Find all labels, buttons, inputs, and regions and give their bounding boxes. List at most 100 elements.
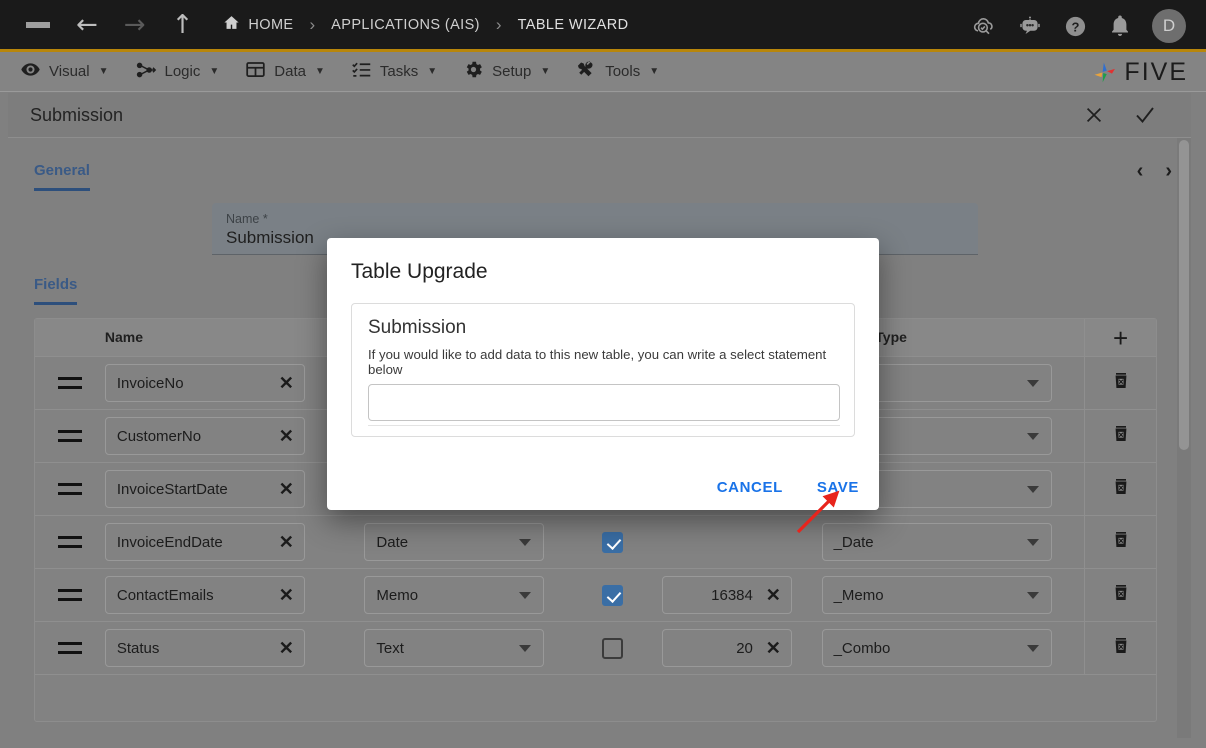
breadcrumb-item-home[interactable]: HOME [248, 17, 293, 33]
field-type-select[interactable]: Date [364, 523, 544, 561]
clear-x-icon[interactable]: ✕ [279, 533, 294, 551]
hamburger-icon[interactable] [26, 17, 50, 33]
vertical-scrollbar[interactable] [1177, 138, 1191, 738]
column-header-name: Name [105, 329, 143, 345]
dialog-panel-title: Submission [368, 317, 854, 339]
menu-item-logic[interactable]: Logic ▼ [135, 59, 220, 85]
field-name-input[interactable]: CustomerNo ✕ [105, 417, 305, 455]
select-statement-input[interactable] [368, 384, 840, 421]
tab-fields[interactable]: Fields [34, 276, 77, 305]
cloud-check-icon[interactable] [971, 13, 997, 39]
field-name-input[interactable]: Status ✕ [105, 629, 305, 667]
logic-nodes-icon [135, 59, 157, 85]
display-type-select[interactable]: _Combo [822, 629, 1052, 667]
drag-handle-icon[interactable] [58, 377, 82, 389]
name-field-value: Submission [226, 228, 314, 248]
top-navigation-bar: ← → ↑ HOME › APPLICATIONS (AIS) › TABLE … [0, 0, 1206, 52]
field-required-checkbox[interactable] [602, 585, 623, 606]
clear-x-icon[interactable]: ✕ [279, 586, 294, 604]
menu-item-visual[interactable]: Visual ▼ [20, 59, 109, 84]
chevron-down-icon [1027, 539, 1039, 546]
breadcrumb-separator: › [496, 15, 502, 35]
drag-handle-icon[interactable] [58, 589, 82, 601]
app-root: ← → ↑ HOME › APPLICATIONS (AIS) › TABLE … [0, 0, 1206, 748]
drag-handle-icon[interactable] [58, 642, 82, 654]
five-mark-icon [1091, 59, 1119, 87]
chevron-down-icon [1027, 486, 1039, 493]
field-name-input[interactable]: ContactEmails ✕ [105, 576, 305, 614]
menu-item-label: Setup [492, 63, 531, 80]
record-pager: ‹ › [1137, 160, 1172, 183]
field-name-input[interactable]: InvoiceStartDate ✕ [105, 470, 305, 508]
page-title: Submission [30, 105, 123, 126]
clear-x-icon[interactable]: ✕ [279, 639, 294, 657]
pager-prev-button[interactable]: ‹ [1137, 160, 1144, 183]
arrow-left-icon[interactable]: ← [76, 12, 98, 38]
field-type-select[interactable]: Text [364, 629, 544, 667]
arrow-right-icon[interactable]: → [124, 12, 146, 38]
clear-x-icon[interactable]: ✕ [279, 480, 294, 498]
table-upgrade-dialog: Table Upgrade Submission If you would li… [327, 238, 879, 510]
five-brand-logo: FIVE [1091, 58, 1188, 87]
field-length-input[interactable]: 20 ✕ [662, 629, 792, 667]
arrow-up-icon[interactable]: ↑ [172, 12, 194, 38]
clear-x-icon[interactable]: ✕ [279, 374, 294, 392]
drag-handle-icon[interactable] [58, 536, 82, 548]
gear-icon [463, 59, 484, 84]
field-name-value: InvoiceEndDate [117, 534, 223, 551]
breadcrumb-item-table-wizard[interactable]: TABLE WIZARD [518, 17, 629, 33]
tab-underline [34, 188, 90, 191]
drag-handle-icon[interactable] [58, 430, 82, 442]
field-name-input[interactable]: InvoiceNo ✕ [105, 364, 305, 402]
field-type-select[interactable]: Memo [364, 576, 544, 614]
close-x-icon[interactable] [1083, 104, 1105, 126]
check-icon[interactable] [1133, 103, 1157, 127]
avatar[interactable]: D [1152, 9, 1186, 43]
display-type-value: _Combo [834, 640, 891, 657]
menu-item-tools[interactable]: Tools ▼ [576, 59, 659, 84]
name-field-label: Name * [226, 212, 268, 226]
display-type-select[interactable]: _Date [822, 523, 1052, 561]
trash-icon[interactable] [1111, 635, 1131, 661]
application-menu-bar: Visual ▼ Logic ▼ Data ▼ Tasks ▼ [0, 52, 1206, 92]
tab-underline [34, 302, 77, 305]
scrollbar-thumb[interactable] [1179, 140, 1189, 450]
trash-icon[interactable] [1111, 476, 1131, 502]
chevron-down-icon [519, 645, 531, 652]
trash-icon[interactable] [1111, 582, 1131, 608]
clear-x-icon[interactable]: ✕ [766, 639, 781, 657]
trash-icon[interactable] [1111, 370, 1131, 396]
display-type-select[interactable]: _Memo [822, 576, 1052, 614]
clear-x-icon[interactable]: ✕ [279, 427, 294, 445]
chevron-down-icon [519, 539, 531, 546]
help-icon[interactable]: ? [1063, 14, 1088, 39]
field-length-value: 16384 [711, 587, 753, 604]
clear-x-icon[interactable]: ✕ [766, 586, 781, 604]
field-required-checkbox[interactable] [602, 532, 623, 553]
field-length-input[interactable]: 16384 ✕ [662, 576, 792, 614]
menu-item-tasks[interactable]: Tasks ▼ [351, 59, 437, 84]
pager-next-button[interactable]: › [1165, 160, 1172, 183]
breadcrumb-item-applications[interactable]: APPLICATIONS (AIS) [331, 17, 480, 33]
drag-handle-icon[interactable] [58, 483, 82, 495]
trash-icon[interactable] [1111, 423, 1131, 449]
chevron-down-icon [1027, 433, 1039, 440]
eye-icon [20, 59, 41, 84]
tab-general[interactable]: General [34, 162, 90, 191]
cancel-button[interactable]: CANCEL [717, 479, 783, 496]
field-type-value: Memo [376, 587, 418, 604]
menu-item-label: Data [274, 63, 306, 80]
save-button[interactable]: SAVE [817, 479, 859, 496]
field-name-input[interactable]: InvoiceEndDate ✕ [105, 523, 305, 561]
robot-chat-icon[interactable] [1017, 13, 1043, 39]
tools-icon [576, 59, 597, 84]
menu-item-data[interactable]: Data ▼ [245, 59, 325, 84]
notifications-bell-icon[interactable] [1108, 14, 1132, 38]
chevron-down-icon [1027, 380, 1039, 387]
trash-icon[interactable] [1111, 529, 1131, 555]
menu-item-setup[interactable]: Setup ▼ [463, 59, 550, 84]
add-field-button[interactable]: + [1113, 325, 1128, 351]
display-type-value: _Memo [834, 587, 884, 604]
chevron-down-icon: ▼ [209, 66, 219, 77]
field-required-checkbox[interactable] [602, 638, 623, 659]
